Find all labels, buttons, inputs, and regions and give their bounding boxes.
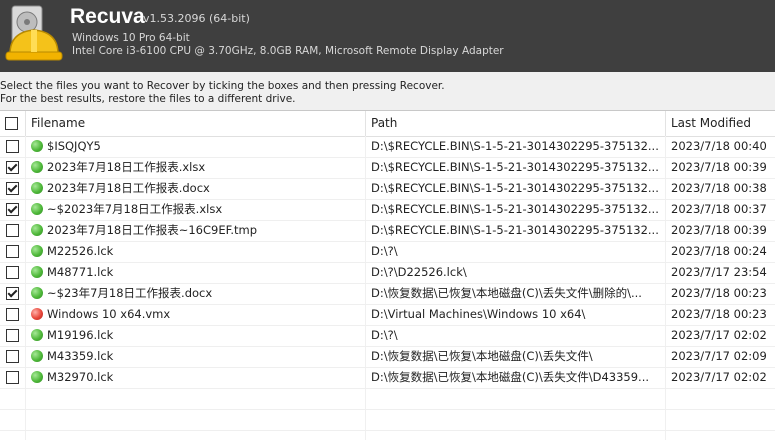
path-cell: D:\恢复数据\已恢复\本地磁盘(C)\丢失文件\ bbox=[371, 349, 593, 363]
path-cell: D:\?\D22526.lck\ bbox=[371, 265, 467, 279]
empty-row bbox=[0, 388, 775, 410]
row-checkbox[interactable] bbox=[6, 266, 19, 279]
filename-cell: 2023年7月18日工作报表.docx bbox=[47, 181, 210, 195]
row-checkbox[interactable] bbox=[6, 371, 19, 384]
instructions-panel: Select the files you want to Recover by … bbox=[0, 72, 775, 110]
recovery-status-icon bbox=[31, 266, 43, 278]
recuva-logo-icon bbox=[5, 5, 63, 61]
row-checkbox[interactable] bbox=[6, 203, 19, 216]
filename-cell: $ISQJQY5 bbox=[47, 139, 101, 153]
filename-cell: M22526.lck bbox=[47, 244, 114, 258]
hardware-info: Intel Core i3-6100 CPU @ 3.70GHz, 8.0GB … bbox=[72, 45, 504, 57]
row-checkbox[interactable] bbox=[6, 329, 19, 342]
path-cell: D:\$RECYCLE.BIN\S-1-5-21-3014302295-3751… bbox=[371, 223, 659, 237]
row-checkbox[interactable] bbox=[6, 140, 19, 153]
path-cell: D:\恢复数据\已恢复\本地磁盘(C)\丢失文件\删除的\... bbox=[371, 286, 642, 300]
row-checkbox[interactable] bbox=[6, 287, 19, 300]
app-version: v1.53.2096 (64-bit) bbox=[143, 12, 250, 25]
recovery-status-icon bbox=[31, 350, 43, 362]
recovery-status-icon bbox=[31, 224, 43, 236]
path-cell: D:\$RECYCLE.BIN\S-1-5-21-3014302295-3751… bbox=[371, 139, 659, 153]
filename-cell: M43359.lck bbox=[47, 349, 114, 363]
recovery-status-icon bbox=[31, 371, 43, 383]
last-modified-cell: 2023/7/18 00:23 bbox=[671, 307, 767, 321]
table-row[interactable]: ~$23年7月18日工作报表.docx D:\恢复数据\已恢复\本地磁盘(C)\丢… bbox=[0, 283, 775, 305]
table-row[interactable]: 2023年7月18日工作报表~16C9EF.tmp D:\$RECYCLE.BIN… bbox=[0, 220, 775, 242]
app-name: Recuva bbox=[70, 5, 145, 28]
path-cell: D:\$RECYCLE.BIN\S-1-5-21-3014302295-3751… bbox=[371, 160, 659, 174]
file-list[interactable]: Filename Path Last Modified $ISQJQY5 D:\$… bbox=[0, 110, 775, 440]
select-all-checkbox[interactable] bbox=[5, 117, 18, 130]
recovery-status-icon bbox=[31, 329, 43, 341]
filename-cell: M19196.lck bbox=[47, 328, 114, 342]
path-cell: D:\?\ bbox=[371, 244, 398, 258]
recovery-status-icon bbox=[31, 287, 43, 299]
column-header-path[interactable]: Path bbox=[371, 111, 397, 136]
table-row[interactable]: Windows 10 x64.vmx D:\Virtual Machines\Wi… bbox=[0, 304, 775, 326]
column-separator[interactable] bbox=[25, 111, 26, 136]
row-checkbox[interactable] bbox=[6, 161, 19, 174]
os-info: Windows 10 Pro 64-bit bbox=[72, 32, 190, 44]
table-row[interactable]: M22526.lck D:\?\ 2023/7/18 00:24 bbox=[0, 241, 775, 263]
last-modified-cell: 2023/7/18 00:24 bbox=[671, 244, 767, 258]
empty-row bbox=[0, 409, 775, 431]
last-modified-cell: 2023/7/17 02:02 bbox=[671, 328, 767, 342]
recovery-status-icon bbox=[31, 245, 43, 257]
filename-cell: M32970.lck bbox=[47, 370, 114, 384]
last-modified-cell: 2023/7/18 00:39 bbox=[671, 223, 767, 237]
last-modified-cell: 2023/7/18 00:37 bbox=[671, 202, 767, 216]
table-row[interactable]: ~$2023年7月18日工作报表.xlsx D:\$RECYCLE.BIN\S-1… bbox=[0, 199, 775, 221]
row-checkbox[interactable] bbox=[6, 224, 19, 237]
path-cell: D:\恢复数据\已恢复\本地磁盘(C)\丢失文件\D43359... bbox=[371, 370, 650, 384]
recovery-status-icon bbox=[31, 161, 43, 173]
recovery-status-icon bbox=[31, 140, 43, 152]
table-row[interactable]: M48771.lck D:\?\D22526.lck\ 2023/7/17 23:5… bbox=[0, 262, 775, 284]
last-modified-cell: 2023/7/18 00:40 bbox=[671, 139, 767, 153]
last-modified-cell: 2023/7/17 23:54 bbox=[671, 265, 767, 279]
last-modified-cell: 2023/7/17 02:02 bbox=[671, 370, 767, 384]
last-modified-cell: 2023/7/18 00:39 bbox=[671, 160, 767, 174]
column-header-filename[interactable]: Filename bbox=[31, 111, 85, 136]
recovery-status-icon bbox=[31, 203, 43, 215]
last-modified-cell: 2023/7/18 00:23 bbox=[671, 286, 767, 300]
last-modified-cell: 2023/7/17 02:09 bbox=[671, 349, 767, 363]
path-cell: D:\Virtual Machines\Windows 10 x64\ bbox=[371, 307, 586, 321]
instruction-line-2: For the best results, restore the files … bbox=[0, 93, 296, 105]
row-checkbox[interactable] bbox=[6, 308, 19, 321]
filename-cell: 2023年7月18日工作报表.xlsx bbox=[47, 160, 206, 174]
path-cell: D:\$RECYCLE.BIN\S-1-5-21-3014302295-3751… bbox=[371, 181, 659, 195]
column-separator[interactable] bbox=[665, 111, 666, 136]
recovery-status-icon bbox=[31, 182, 43, 194]
row-checkbox[interactable] bbox=[6, 245, 19, 258]
table-row[interactable]: M43359.lck D:\恢复数据\已恢复\本地磁盘(C)\丢失文件\ 2023/… bbox=[0, 346, 775, 368]
filename-cell: ~$2023年7月18日工作报表.xlsx bbox=[47, 202, 223, 216]
table-row[interactable]: 2023年7月18日工作报表.docx D:\$RECYCLE.BIN\S-1-5… bbox=[0, 178, 775, 200]
column-separator[interactable] bbox=[365, 111, 366, 136]
filename-cell: Windows 10 x64.vmx bbox=[47, 307, 171, 321]
filename-cell: M48771.lck bbox=[47, 265, 114, 279]
column-header-row: Filename Path Last Modified bbox=[0, 111, 775, 137]
filename-cell: ~$23年7月18日工作报表.docx bbox=[47, 286, 213, 300]
table-row[interactable]: $ISQJQY5 D:\$RECYCLE.BIN\S-1-5-21-3014302… bbox=[0, 136, 775, 158]
app-header: Recuva v1.53.2096 (64-bit) Windows 10 Pr… bbox=[0, 0, 775, 72]
column-header-last-modified[interactable]: Last Modified bbox=[671, 111, 751, 136]
row-checkbox[interactable] bbox=[6, 350, 19, 363]
path-cell: D:\?\ bbox=[371, 328, 398, 342]
recovery-status-icon bbox=[31, 308, 43, 320]
table-row[interactable]: M32970.lck D:\恢复数据\已恢复\本地磁盘(C)\丢失文件\D4335… bbox=[0, 367, 775, 389]
table-row[interactable]: M19196.lck D:\?\ 2023/7/17 02:02 bbox=[0, 325, 775, 347]
table-row[interactable]: 2023年7月18日工作报表.xlsx D:\$RECYCLE.BIN\S-1-5… bbox=[0, 157, 775, 179]
instruction-line-1: Select the files you want to Recover by … bbox=[0, 80, 445, 92]
path-cell: D:\$RECYCLE.BIN\S-1-5-21-3014302295-3751… bbox=[371, 202, 659, 216]
row-checkbox[interactable] bbox=[6, 182, 19, 195]
last-modified-cell: 2023/7/18 00:38 bbox=[671, 181, 767, 195]
filename-cell: 2023年7月18日工作报表~16C9EF.tmp bbox=[47, 223, 258, 237]
